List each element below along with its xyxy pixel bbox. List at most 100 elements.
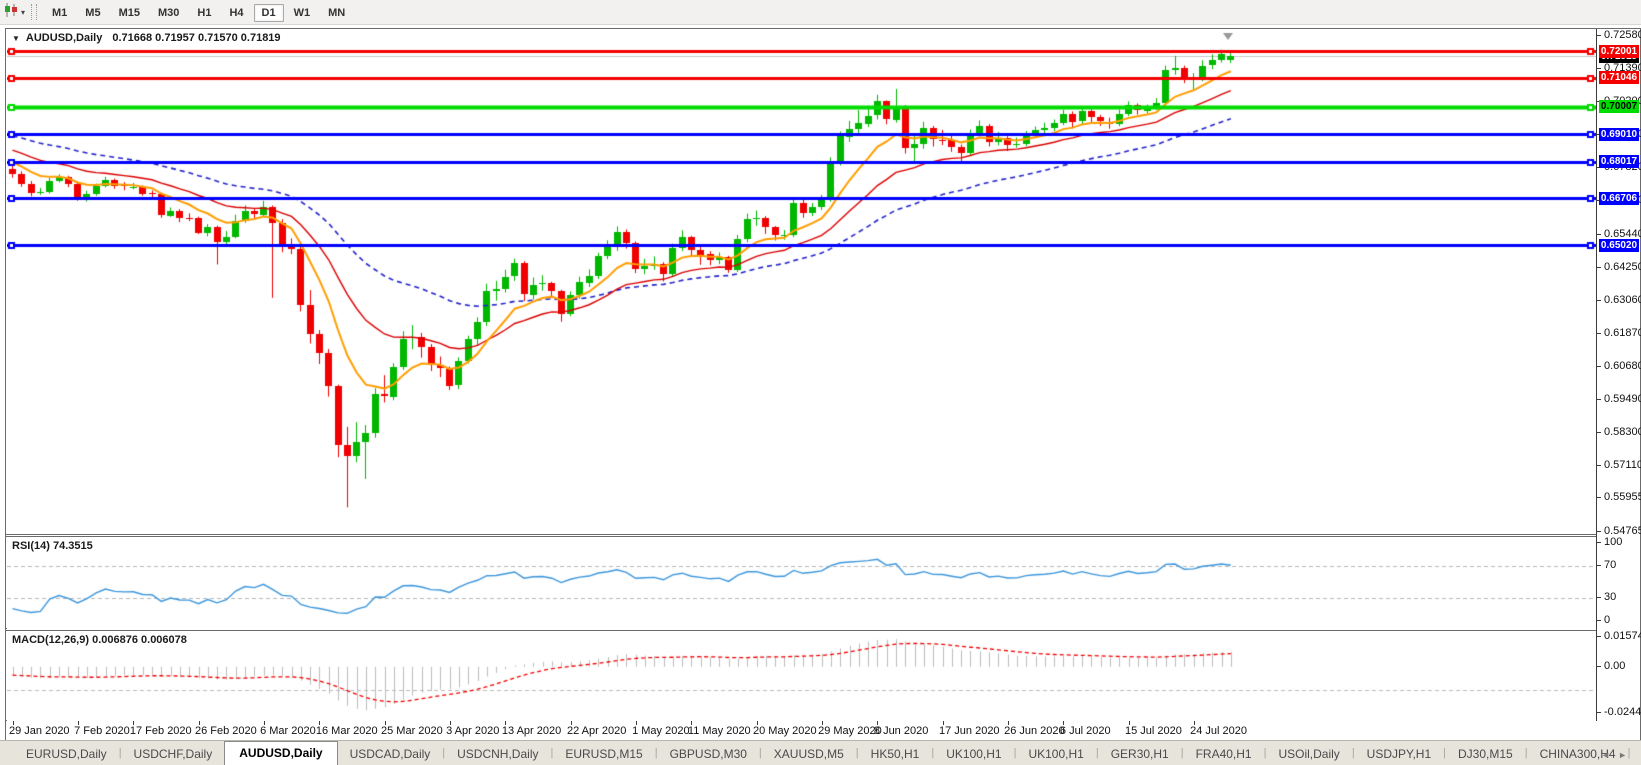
collapse-pane-icon[interactable]: ▼ [12,34,20,43]
timeframe-button-MN[interactable]: MN [320,4,353,22]
date-tick-label: 7 Feb 2020 [74,725,130,737]
chart-tab-USOil-Daily[interactable]: USOil,Daily [1266,744,1351,765]
chart-tab-DJ30-M15[interactable]: DJ30,M15 [1446,744,1525,765]
axis-tick-mark [1597,531,1601,532]
timeframe-button-group: M1M5M15M30H1H4D1W1MN [43,3,354,21]
price-tick-label: -0.024412 [1604,706,1641,718]
date-tick-label: 6 Jul 2020 [1060,725,1111,737]
top-toolbar: ▾ M1M5M15M30H1H4D1W1MN [0,0,1641,25]
date-tick-label: 16 Mar 2020 [316,725,378,737]
chart-tab-USDCAD-Daily[interactable]: USDCAD,Daily [338,744,443,765]
chart-tab-UK100-H1[interactable]: UK100,H1 [934,744,1013,765]
rsi-pane: RSI(14) 74.3515 [6,536,1640,629]
date-tick-label: 24 Jul 2020 [1190,725,1247,737]
axis-tick-mark [1597,620,1601,621]
price-tick-label: 0.63060 [1604,294,1641,306]
chart-tab-EURUSD-M15[interactable]: EURUSD,M15 [553,744,654,765]
date-tick-label: 20 May 2020 [753,725,817,737]
date-tick-label: 25 Mar 2020 [381,725,443,737]
hline-price-badge: 0.65020 [1599,239,1639,252]
toolbar-grip [31,4,37,20]
price-tick-label: 0.61870 [1604,327,1641,339]
price-tick-label: 0 [1604,614,1610,626]
timeframe-button-M15[interactable]: M15 [111,4,148,22]
date-tick-label: 6 Mar 2020 [260,725,316,737]
main-chart-pane: ▼ AUDUSD,Daily 0.71668 0.71957 0.71570 0.7… [6,29,1640,535]
hline-price-badge: 0.66706 [1599,192,1639,205]
axis-tick-mark [1597,597,1601,598]
date-tick-label: 26 Jun 2020 [1004,725,1065,737]
chart-tab-USDCHF-Daily[interactable]: USDCHF,Daily [122,744,225,765]
price-tick-label: 0.54765 [1604,525,1641,537]
timeframe-button-H4[interactable]: H4 [221,4,251,22]
price-tick-label: 100 [1604,536,1622,548]
price-tick-label: 0.57110 [1604,459,1641,471]
hline-price-badge: 0.71046 [1599,71,1639,84]
rsi-title: RSI(14) 74.3515 [12,540,93,552]
axis-tick-mark [1597,35,1601,36]
macd-title: MACD(12,26,9) 0.006876 0.006078 [12,634,187,646]
chart-symbol-period: AUDUSD,Daily [26,32,102,44]
price-tick-label: 0.60680 [1604,360,1641,372]
price-tick-label: 70 [1604,559,1616,571]
caret-down-icon: ▾ [21,8,25,17]
timeframe-button-D1[interactable]: D1 [254,4,284,22]
chart-ohlc-values: 0.71668 0.71957 0.71570 0.71819 [112,32,280,44]
axis-tick-mark [1597,636,1601,637]
price-tick-label: 0.58300 [1604,426,1641,438]
axis-tick-mark [1597,666,1601,667]
timeframe-button-W1[interactable]: W1 [286,4,319,22]
axis-tick-mark [1597,432,1601,433]
price-tick-label: 30 [1604,591,1616,603]
chart-title: ▼ AUDUSD,Daily 0.71668 0.71957 0.71570 0.7… [12,32,281,44]
date-tick-label: 29 May 2020 [818,725,882,737]
price-tick-label: 0.72580 [1604,29,1641,41]
axis-tick-mark [1597,399,1601,400]
chart-type-button[interactable]: ▾ [0,1,29,23]
timeframe-button-M5[interactable]: M5 [77,4,108,22]
timeframe-button-M30[interactable]: M30 [150,4,187,22]
chart-tab-XAUUSD-M5[interactable]: XAUUSD,M5 [762,744,856,765]
price-tick-label: 0.55955 [1604,491,1641,503]
date-tick-label: 11 May 2020 [688,725,751,737]
hline-price-badge: 0.72001 [1599,45,1639,58]
date-axis[interactable]: 29 Jan 20207 Feb 202017 Feb 202026 Feb 2… [6,721,1640,739]
axis-tick-mark [1597,68,1601,69]
macd-pane: MACD(12,26,9) 0.006876 0.006078 [6,630,1640,721]
macd-canvas[interactable] [7,632,1596,721]
scroll-left-icon: ◄ [1601,750,1618,760]
chart-tab-AUDUSD-Daily[interactable]: AUDUSD,Daily [224,741,337,765]
date-tick-label: 3 Apr 2020 [446,725,499,737]
chart-tab-EURUSD-Daily[interactable]: EURUSD,Daily [14,744,119,765]
chart-tab-FRA40-H1[interactable]: FRA40,H1 [1184,744,1264,765]
axis-tick-mark [1597,497,1601,498]
price-tick-label: 0.00 [1604,660,1625,672]
timeframe-button-H1[interactable]: H1 [189,4,219,22]
chart-tab-HK50-H1[interactable]: HK50,H1 [859,744,932,765]
chart-tab-USDCNH-Daily[interactable]: USDCNH,Daily [445,744,550,765]
date-tick-label: 26 Feb 2020 [195,725,257,737]
chart-tab-USDJPY-H1[interactable]: USDJPY,H1 [1355,744,1443,765]
rsi-canvas[interactable] [7,538,1596,629]
date-tick-label: 17 Jun 2020 [939,725,1000,737]
date-tick-label: 15 Jul 2020 [1125,725,1182,737]
date-tick-label: 8 Jun 2020 [874,725,928,737]
date-tick-label: 22 Apr 2020 [567,725,626,737]
axis-tick-mark [1597,712,1601,713]
price-chart-canvas[interactable] [7,30,1596,534]
timeframe-button-M1[interactable]: M1 [44,4,75,22]
price-axis[interactable]: 0.725800.713900.702000.690100.678200.666… [1596,29,1640,721]
candlestick-chart-icon [3,3,19,22]
chart-tab-UK100-H1[interactable]: UK100,H1 [1016,744,1095,765]
axis-tick-mark [1597,333,1601,334]
axis-tick-mark [1597,300,1601,301]
hline-price-badge: 0.69010 [1599,128,1639,141]
date-tick-label: 29 Jan 2020 [9,725,70,737]
chart-window: ▼ AUDUSD,Daily 0.71668 0.71957 0.71570 0.7… [5,28,1641,742]
chart-tab-bar: EURUSD,Daily|USDCHF,DailyAUDUSD,DailyUSD… [0,740,1641,765]
axis-tick-mark [1597,234,1601,235]
hline-price-badge: 0.70007 [1599,100,1639,113]
chart-tab-GER30-H1[interactable]: GER30,H1 [1099,744,1181,765]
tab-scroll-arrows[interactable]: ◄► [1601,750,1635,760]
chart-tab-GBPUSD-M30[interactable]: GBPUSD,M30 [658,744,759,765]
